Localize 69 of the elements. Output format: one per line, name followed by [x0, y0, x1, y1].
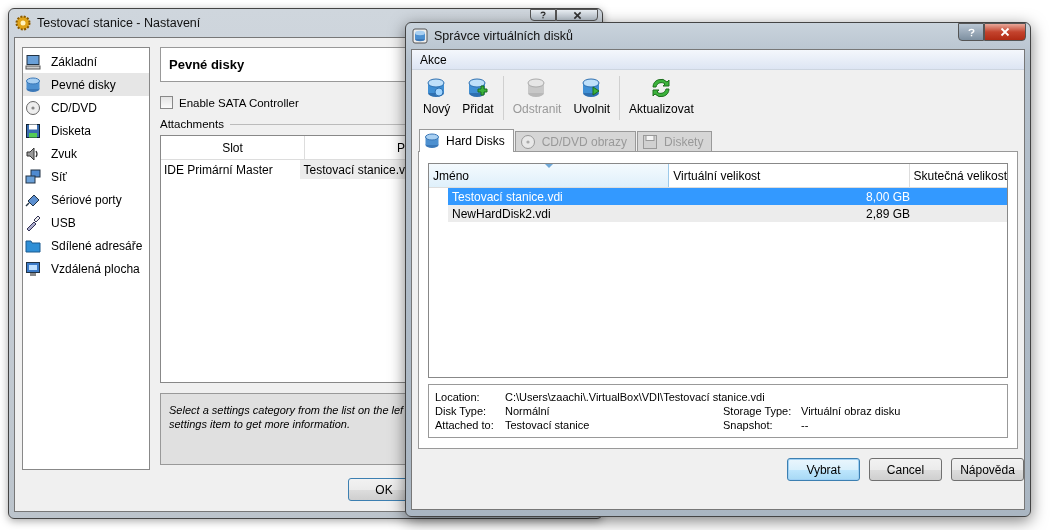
toolbar-button[interactable]: Přidat — [456, 76, 500, 116]
dialog-button[interactable]: Vybrat — [787, 458, 860, 481]
table-cell-text: IDE Primární Master — [163, 162, 274, 177]
dialog-button[interactable]: Nápověda — [951, 458, 1024, 481]
detail-label: Snapshot: — [723, 419, 774, 431]
usb-icon — [25, 214, 41, 231]
help-icon — [966, 27, 976, 37]
category-item[interactable]: Síť — [23, 165, 149, 188]
computer-icon — [25, 53, 41, 70]
dialog-button[interactable]: Cancel — [869, 458, 942, 481]
group-label: Attachments — [160, 118, 224, 130]
tab[interactable]: Hard Disks — [419, 129, 514, 152]
add-disk-icon — [466, 76, 490, 100]
speaker-icon — [25, 145, 41, 162]
category-item[interactable]: Zvuk — [23, 142, 149, 165]
detail-label: Disk Type: — [435, 405, 488, 417]
table-cell: Testovací stanice.v — [299, 160, 405, 179]
cd-icon — [25, 99, 41, 116]
help-icon — [539, 11, 547, 19]
category-item[interactable]: CD/DVD — [23, 96, 149, 119]
disk-row[interactable]: NewHardDisk2.vdi 2,89 GB — [448, 205, 1007, 222]
disk-icon — [424, 133, 440, 149]
column-header[interactable]: P — [305, 136, 405, 159]
monitor-icon — [25, 260, 41, 277]
detail-value: C:\Users\zaachi\.VirtualBox\VDI\Testovací stanice.vdi — [505, 391, 765, 403]
help-button[interactable] — [530, 9, 556, 21]
close-icon — [572, 10, 582, 20]
category-item[interactable]: Sdílené adresáře — [23, 234, 149, 257]
category-item[interactable]: Sériové porty — [23, 188, 149, 211]
column-header[interactable]: Virtuální velikost — [669, 164, 910, 187]
folder-icon — [25, 237, 41, 254]
toolbar-button[interactable]: Nový — [417, 76, 457, 116]
detail-label: Storage Type: — [723, 405, 793, 417]
detail-value: Virtuální obraz disku — [801, 405, 901, 417]
category-item[interactable]: Základní — [23, 50, 149, 73]
category-item[interactable]: Disketa — [23, 119, 149, 142]
checkbox[interactable] — [160, 96, 173, 109]
disk-icon — [25, 76, 41, 93]
menu-item[interactable]: Akce — [418, 52, 449, 67]
column-header[interactable]: Jméno — [429, 164, 670, 187]
category-item[interactable]: USB — [23, 211, 149, 234]
gear-icon — [15, 15, 31, 31]
floppy-icon — [25, 122, 41, 139]
info-text: Select a settings category from the list on the lef — [169, 403, 405, 417]
toolbar-button[interactable]: Uvolnit — [567, 76, 617, 116]
checkbox-label: Enable SATA Controller — [179, 96, 299, 109]
column-header[interactable]: Skutečná velikost — [909, 164, 1007, 187]
detail-label: Location: — [435, 391, 481, 403]
floppy-icon — [642, 133, 659, 150]
toolbar-button[interactable]: Aktualizovat — [623, 76, 700, 116]
close-icon — [1000, 27, 1010, 37]
window-title: Testovací stanice - Nastavení — [37, 16, 201, 30]
help-button[interactable] — [958, 23, 984, 41]
sort-arrow-icon — [545, 164, 553, 168]
column-header[interactable]: Slot — [161, 136, 305, 159]
category-item[interactable]: Vzdálená plocha — [23, 257, 149, 280]
category-item[interactable]: Pevné disky — [23, 73, 149, 96]
window-title: Správce virtuálních disků — [434, 29, 573, 43]
ok-button[interactable]: OK — [348, 478, 405, 501]
detail-label: Attached to: — [435, 419, 495, 431]
section-title: Pevné disky — [169, 57, 245, 72]
close-button[interactable] — [556, 9, 598, 21]
cd-icon — [519, 133, 536, 150]
detail-value: Testovací stanice — [505, 419, 590, 431]
close-button[interactable] — [984, 23, 1026, 41]
detail-value: Normální — [505, 405, 550, 417]
info-text: settings item to get more information. — [169, 417, 351, 431]
network-icon — [25, 168, 41, 185]
detail-value: -- — [801, 419, 809, 431]
